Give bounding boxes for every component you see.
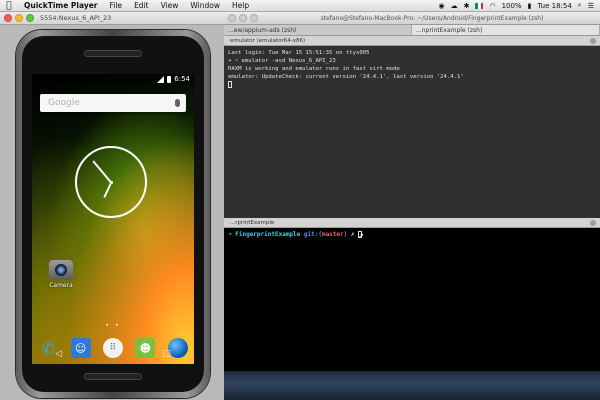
mouse-pointer-icon: ➚ [358, 232, 364, 242]
signal-icon [157, 75, 165, 83]
recents-icon[interactable]: □ [162, 349, 171, 359]
camera-icon [49, 260, 73, 280]
bottom-speaker [84, 373, 142, 380]
emulator-window: 5554:Nexus_6_API_23 6:54 Google Camera •… [0, 12, 224, 400]
status-area: ◉ ☁ ✱ ◠ 100% ▮ Tue 18:54 ⌕ ☰ [438, 1, 600, 10]
terminal-window: stefano@Stefano-MacBook-Pro: ~/Users/And… [224, 12, 600, 400]
terminal-line: HAXM is working and emulator runs in fas… [228, 66, 400, 72]
pane1-title: emulator (emulator64-x86) [230, 37, 306, 44]
spotlight-icon[interactable]: ⌕ [578, 1, 582, 10]
pane2-title: ...rprintExample [230, 219, 275, 226]
camera-label: Camera [49, 282, 73, 289]
hour-hand [103, 182, 112, 198]
phone-bezel: 6:54 Google Camera • • ✆ ☺ ⠿ ☻ ◁ ○ □ [22, 36, 204, 392]
android-clock: 6:54 [174, 75, 190, 83]
wifi-icon[interactable]: ◠ [489, 2, 495, 10]
terminal-titlebar[interactable]: stefano@Stefano-MacBook-Pro: ~/Users/And… [224, 12, 600, 25]
android-nav-bar: ◁ ○ □ [32, 344, 194, 364]
close-button[interactable] [4, 14, 12, 22]
emulator-titlebar[interactable]: 5554:Nexus_6_API_23 [0, 12, 224, 25]
prompt-arrow: ➜ [228, 231, 232, 238]
bluetooth-icon[interactable]: ✱ [464, 2, 470, 10]
menu-window[interactable]: Window [184, 1, 226, 10]
clock-center [109, 180, 113, 184]
menu-view[interactable]: View [155, 1, 185, 10]
italian-flag-icon[interactable] [475, 2, 484, 9]
google-logo: Google [48, 98, 80, 108]
cloud-icon[interactable]: ☁ [451, 2, 458, 10]
terminal-line: ➜ ~ emulator -avd Nexus_6_API_23 [228, 58, 336, 64]
menu-edit[interactable]: Edit [128, 1, 155, 10]
terminal-line: emulator: UpdateCheck: current version '… [228, 74, 464, 80]
terminal-line: Last login: Tue Mar 15 15:51:35 on ttys0… [228, 50, 370, 56]
pane1-close-icon[interactable] [590, 37, 596, 44]
prompt-branch: master [321, 231, 344, 238]
tab-fingerprint[interactable]: ...nprintExample (zsh) [412, 25, 600, 35]
terminal-title: stefano@Stefano-MacBook-Pro: ~/Users/And… [320, 14, 544, 22]
back-icon[interactable]: ◁ [55, 349, 62, 359]
pane1-header[interactable]: emulator (emulator64-x86) [224, 36, 600, 46]
battery-icon[interactable]: ▮ [528, 2, 532, 10]
app-menu[interactable]: QuickTime Player [18, 1, 104, 10]
zoom-button[interactable] [26, 14, 34, 22]
emulator-title: 5554:Nexus_6_API_23 [40, 14, 112, 22]
microphone-icon[interactable] [175, 99, 180, 107]
android-battery-icon [167, 75, 172, 83]
desktop-background [224, 371, 600, 400]
top-speaker [84, 50, 142, 57]
phone-screen[interactable]: 6:54 Google Camera • • ✆ ☺ ⠿ ☻ ◁ ○ □ [32, 74, 194, 364]
menu-help[interactable]: Help [226, 1, 255, 10]
screen-record-icon[interactable]: ◉ [438, 2, 444, 10]
pane2-header[interactable]: ...rprintExample [224, 218, 600, 228]
pane2-close-icon[interactable] [590, 219, 596, 226]
notification-center-icon[interactable]: ☰ [588, 2, 594, 10]
prompt-git-close: ) [343, 231, 348, 238]
prompt-dirty-mark: ✗ [350, 231, 355, 238]
shell-prompt: ➜ FingerprintExample git:(master) ✗ [228, 231, 596, 239]
home-icon[interactable]: ○ [108, 349, 116, 359]
terminal-close-button[interactable] [228, 14, 236, 22]
analog-clock-widget[interactable] [75, 146, 147, 218]
minute-hand [92, 160, 112, 184]
terminal-zoom-button[interactable] [250, 14, 258, 22]
minimize-button[interactable] [15, 14, 23, 22]
terminal-tabs: ...ew/appium-ads (zsh) ...nprintExample … [224, 25, 600, 36]
android-status-bar: 6:54 [32, 74, 194, 84]
window-controls [4, 14, 34, 22]
tab-appium[interactable]: ...ew/appium-ads (zsh) [224, 25, 412, 35]
terminal-cursor [228, 81, 596, 89]
page-indicator: • • [105, 322, 121, 329]
google-search-bar[interactable]: Google [40, 94, 186, 112]
battery-percent[interactable]: 100% [502, 2, 522, 10]
prompt-git-label: git:( [303, 231, 322, 238]
menu-bar:  QuickTime Player File Edit View Window… [0, 0, 600, 12]
emulator-pane[interactable]: Last login: Tue Mar 15 15:51:35 on ttys0… [224, 46, 600, 218]
terminal-window-controls [228, 14, 258, 22]
prompt-directory: FingerprintExample [235, 231, 301, 238]
terminal-minimize-button[interactable] [239, 14, 247, 22]
camera-app[interactable]: Camera [44, 260, 78, 289]
apple-menu-icon[interactable]:  [0, 1, 18, 11]
phone-frame: 6:54 Google Camera • • ✆ ☺ ⠿ ☻ ◁ ○ □ [16, 30, 210, 398]
menu-file[interactable]: File [104, 1, 129, 10]
menubar-clock[interactable]: Tue 18:54 [537, 2, 571, 10]
